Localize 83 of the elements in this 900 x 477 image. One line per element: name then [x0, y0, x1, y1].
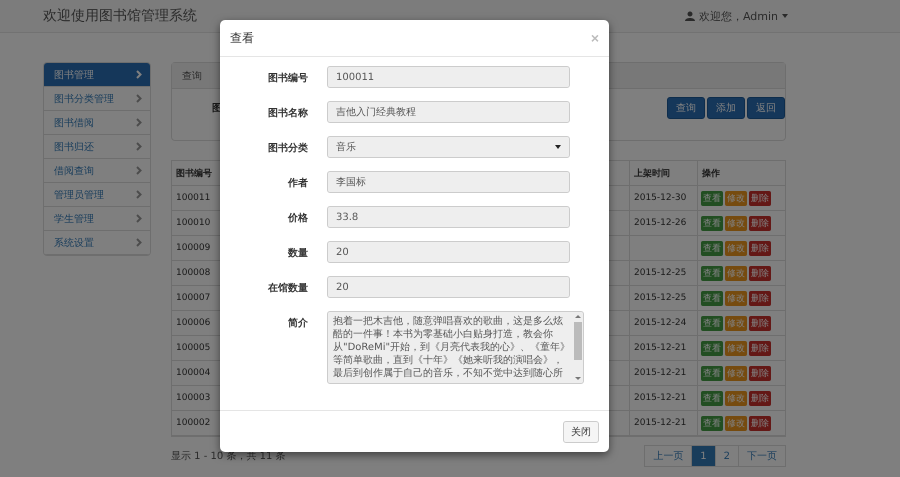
- row-action-button[interactable]: 查看: [701, 316, 723, 330]
- input-field[interactable]: 20: [327, 241, 570, 263]
- chevron-icon: [136, 238, 142, 247]
- input-field[interactable]: 33.8: [327, 206, 570, 228]
- row-action-button[interactable]: 修改: [725, 316, 747, 330]
- close-button[interactable]: ×: [590, 30, 599, 46]
- row-action-button[interactable]: 修改: [725, 190, 747, 206]
- field-label: 图书名称: [267, 106, 308, 120]
- close-dialog-button[interactable]: 关闭: [563, 420, 599, 442]
- field-label: 在馆数量: [266, 282, 308, 295]
- chevron-icon: [136, 190, 142, 199]
- row-action-button[interactable]: 修改: [725, 366, 747, 380]
- page-button[interactable]: 2: [714, 445, 739, 467]
- table-cell: 2015-12-26: [630, 211, 698, 235]
- row-action-button[interactable]: 查看: [701, 390, 723, 406]
- chevron-icon: [136, 70, 142, 79]
- chevron-icon: [136, 94, 142, 103]
- field-label: 作者: [286, 176, 308, 190]
- row-action-button[interactable]: 修改: [725, 390, 747, 406]
- row-action-button[interactable]: 修改: [725, 216, 747, 230]
- table-cell: 2015-12-25: [630, 261, 698, 285]
- caret-icon: [555, 145, 561, 149]
- row-action-button[interactable]: 删除: [749, 340, 771, 356]
- row-action-button[interactable]: 查看: [701, 240, 723, 256]
- field-label: 数量: [286, 246, 308, 260]
- row-action-button[interactable]: 删除: [749, 316, 771, 330]
- input-field[interactable]: 李国标: [327, 171, 570, 193]
- field-label: 图书分类: [267, 142, 308, 155]
- row-action-button[interactable]: 修改: [725, 266, 747, 280]
- row-action-button[interactable]: 删除: [749, 290, 771, 306]
- page-button[interactable]: 上一页: [644, 445, 692, 467]
- table-cell: 2015-12-21: [630, 361, 698, 385]
- user-menu[interactable]: 欢迎您，Admin: [698, 8, 778, 24]
- table-cell: 2015-12-21: [630, 411, 698, 435]
- row-action-button[interactable]: 查看: [701, 290, 723, 306]
- row-action-button[interactable]: 修改: [725, 416, 747, 430]
- chevron-icon: [136, 214, 142, 223]
- action-button[interactable]: 查询: [667, 97, 705, 119]
- row-action-button[interactable]: 查看: [701, 416, 723, 430]
- row-action-button[interactable]: 删除: [749, 266, 771, 280]
- table-cell: 2015-12-21: [630, 386, 698, 410]
- row-action-button[interactable]: 修改: [725, 240, 747, 256]
- row-action-button[interactable]: 删除: [749, 190, 771, 206]
- textarea-field[interactable]: 抱着一把木吉他，随意弹唱喜欢的歌曲，这是多么炫酷的一件事！本书为零基础小白贴身打造，教会你从"DoReMi"开始，到《月亮代表我的心》、《童年》等简单歌曲，直到《十年》《她来听我的演唱会》，最后到创作属于自己的音乐，不知不觉中达到随心所: [327, 311, 584, 384]
- row-action-button[interactable]: 删除: [749, 366, 771, 380]
- sidebar-item[interactable]: 图书管理: [44, 63, 150, 87]
- row-action-button[interactable]: 查看: [701, 366, 723, 380]
- chevron-icon: [136, 142, 142, 151]
- row-action-button[interactable]: 修改: [725, 290, 747, 306]
- row-action-button[interactable]: 删除: [749, 390, 771, 406]
- dialog-title: 查看: [230, 30, 254, 46]
- caret-icon: [782, 14, 788, 18]
- input-field[interactable]: 20: [327, 276, 570, 298]
- row-action-button[interactable]: 查看: [701, 216, 723, 230]
- column-header: 上架时间: [630, 161, 698, 185]
- field-label: 图书编号: [267, 72, 308, 85]
- user-icon: [684, 11, 695, 21]
- row-action-button[interactable]: 删除: [749, 240, 771, 256]
- scrollbar-icon: [573, 312, 583, 383]
- table-cell: 2015-12-24: [630, 311, 698, 335]
- select-field[interactable]: 音乐: [327, 136, 570, 158]
- row-action-button[interactable]: 查看: [701, 340, 723, 356]
- row-action-button[interactable]: 删除: [749, 416, 771, 430]
- table-cell: 2015-12-30: [630, 186, 698, 210]
- page-button[interactable]: 1: [691, 445, 716, 467]
- input-field[interactable]: 吉他入门经典教程: [327, 101, 570, 123]
- input-field[interactable]: 100011: [327, 66, 570, 88]
- page-button[interactable]: 下一页: [738, 445, 786, 467]
- action-button[interactable]: 返回: [747, 97, 785, 119]
- chevron-icon: [136, 118, 142, 127]
- table-cell: 2015-12-21: [630, 336, 698, 360]
- app-title: 欢迎使用图书馆管理系统: [43, 7, 197, 25]
- row-action-button[interactable]: 查看: [701, 190, 723, 206]
- row-action-button[interactable]: 查看: [701, 266, 723, 280]
- chevron-icon: [136, 166, 142, 175]
- table-cell: 2015-12-25: [630, 286, 698, 310]
- column-header: 操作: [701, 168, 721, 180]
- row-action-button[interactable]: 修改: [725, 340, 747, 356]
- action-button[interactable]: 添加: [707, 97, 745, 119]
- field-label: 价格: [286, 212, 308, 225]
- field-label: 简介: [287, 316, 308, 330]
- row-action-button[interactable]: 删除: [749, 216, 771, 230]
- panel-title: 查询: [182, 70, 202, 82]
